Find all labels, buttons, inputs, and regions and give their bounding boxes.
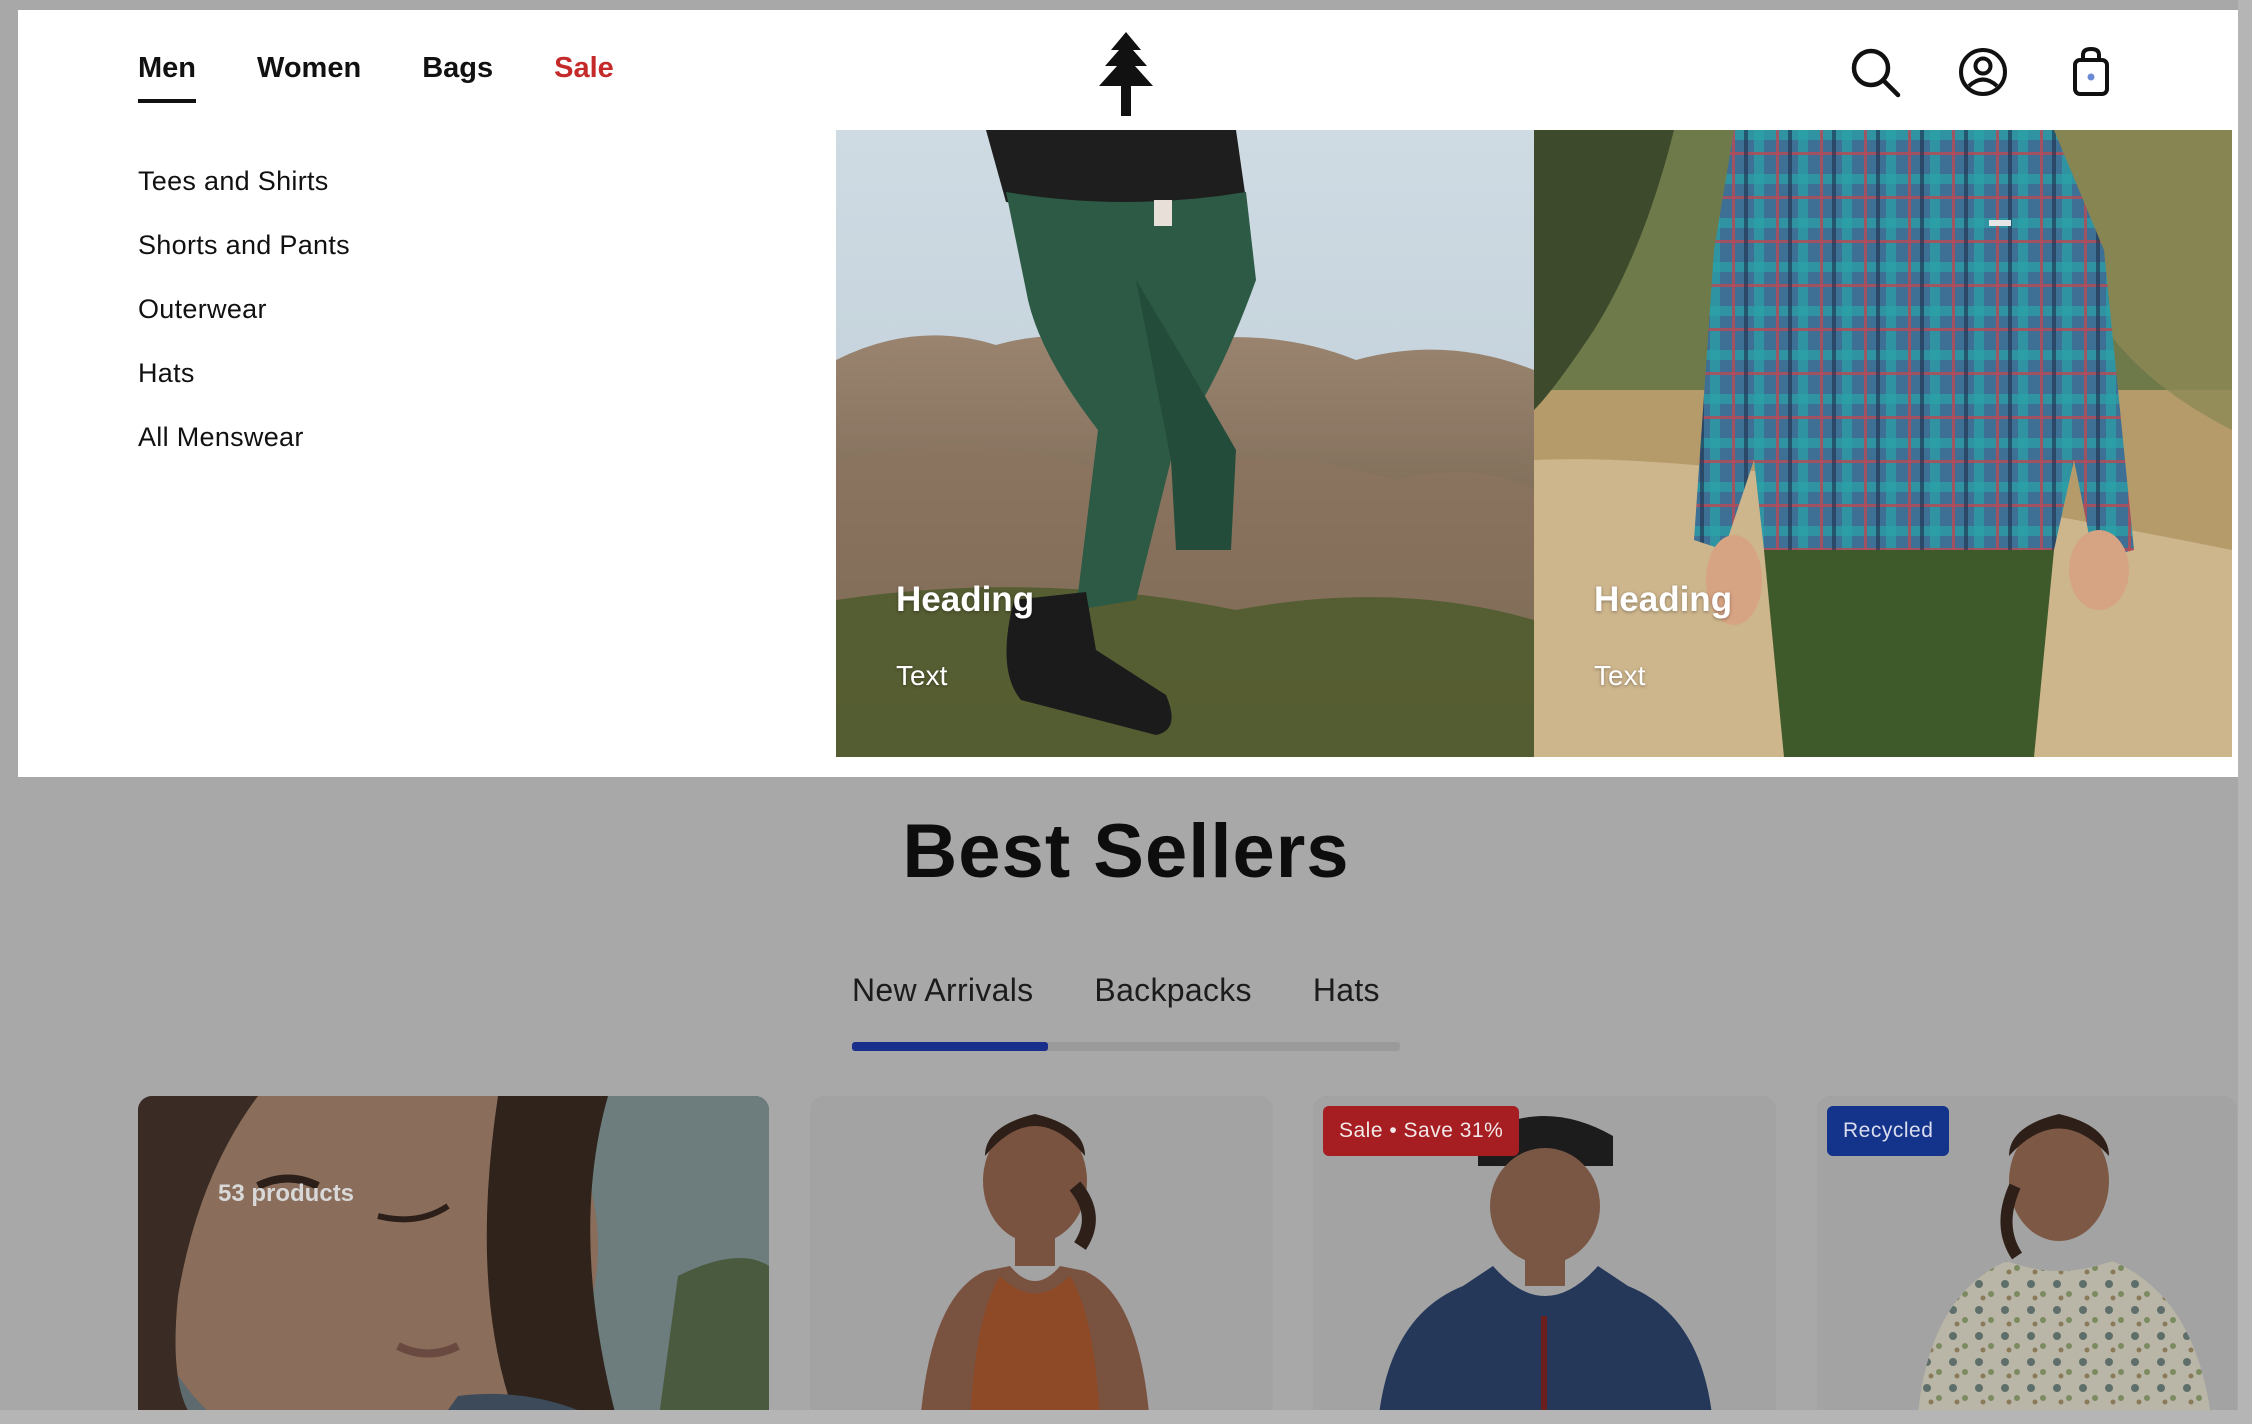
- product-card[interactable]: Sale • Save 31%: [1313, 1096, 1776, 1424]
- nav-women[interactable]: Women: [257, 52, 361, 103]
- account-icon[interactable]: [1956, 45, 2010, 99]
- tab-progress-track: [852, 1042, 1400, 1051]
- submenu-item-shorts-pants[interactable]: Shorts and Pants: [138, 226, 350, 290]
- search-icon[interactable]: [1848, 45, 1902, 99]
- promo-text: Text: [896, 660, 948, 691]
- section-title: Best Sellers: [902, 809, 1350, 894]
- header-icons: [1848, 45, 2118, 99]
- collection-card[interactable]: 53 products: [138, 1096, 769, 1424]
- submenu-item-hats[interactable]: Hats: [138, 354, 350, 418]
- promo-text: Text: [1594, 660, 1646, 691]
- collection-product-count: 53 products: [218, 1180, 355, 1207]
- promo-card-2[interactable]: Heading Text: [1534, 130, 2232, 757]
- collection-image-woman: [138, 1096, 769, 1424]
- pine-tree-icon[interactable]: [1091, 30, 1161, 118]
- submenu-item-tees[interactable]: Tees and Shirts: [138, 162, 350, 226]
- promo-heading: Heading: [1594, 580, 1733, 619]
- tab-backpacks[interactable]: Backpacks: [1094, 972, 1251, 1009]
- tab-new-arrivals[interactable]: New Arrivals: [852, 972, 1033, 1009]
- main-nav: Men Women Bags Sale: [138, 52, 675, 103]
- window-frame-bottom: [0, 1410, 2252, 1424]
- submenu-item-all-menswear[interactable]: All Menswear: [138, 418, 350, 482]
- sale-badge: Sale • Save 31%: [1323, 1106, 1520, 1156]
- promo-card-1[interactable]: Heading Text: [836, 130, 1534, 757]
- submenu-item-outerwear[interactable]: Outerwear: [138, 290, 350, 354]
- men-submenu: Tees and Shirts Shorts and Pants Outerwe…: [138, 162, 350, 482]
- nav-bags[interactable]: Bags: [422, 52, 493, 103]
- product-card[interactable]: Recycled: [1817, 1096, 2237, 1424]
- best-sellers-tabs: New Arrivals Backpacks Hats: [852, 972, 1441, 1009]
- cart-bag-icon[interactable]: [2064, 45, 2118, 99]
- product-card[interactable]: [810, 1096, 1273, 1424]
- product-image-tank-top: [810, 1096, 1273, 1424]
- tab-hats[interactable]: Hats: [1313, 972, 1380, 1009]
- recycled-badge: Recycled: [1827, 1106, 1950, 1156]
- nav-men[interactable]: Men: [138, 52, 196, 103]
- window-frame-right: [2238, 0, 2252, 1424]
- promo-heading: Heading: [896, 580, 1035, 619]
- tab-active-indicator: [852, 1042, 1048, 1051]
- nav-sale[interactable]: Sale: [554, 52, 614, 103]
- mega-menu-panel: Men Women Bags Sale Tees and Shirts Shor…: [18, 10, 2238, 777]
